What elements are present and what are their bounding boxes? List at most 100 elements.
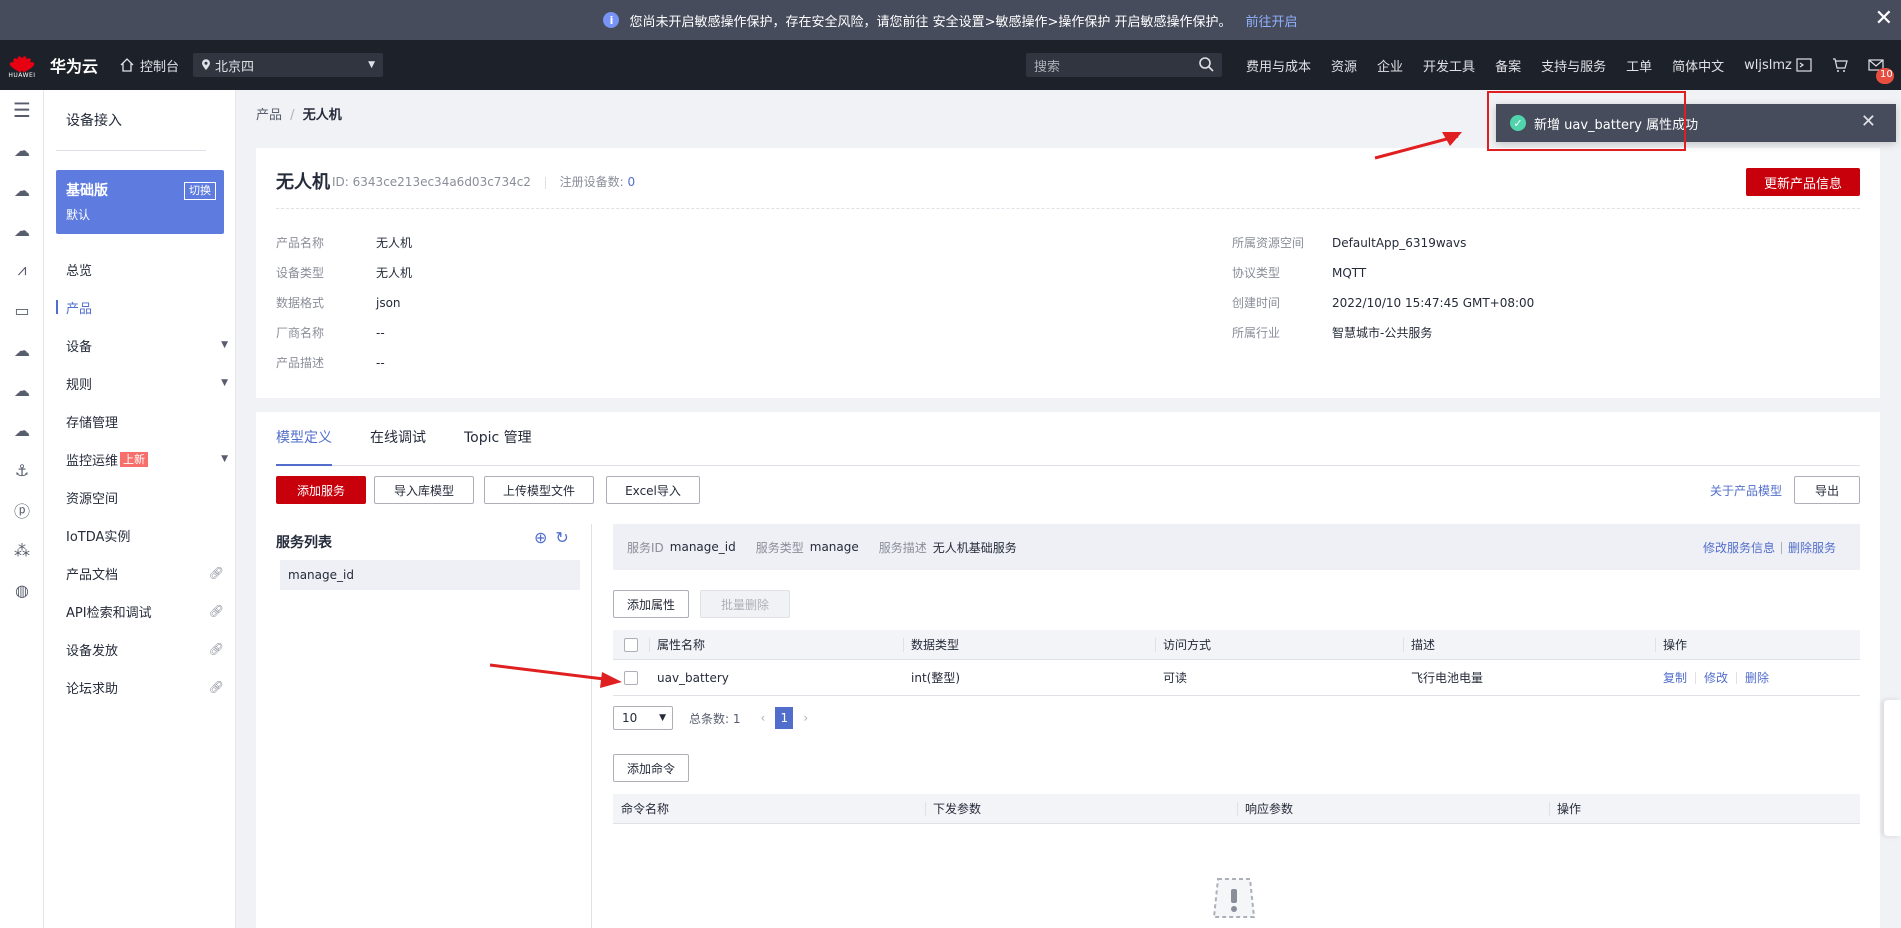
storage-icon[interactable]: ▭ [0,290,44,330]
nav-link-user[interactable]: wljslmz [1744,58,1792,73]
sidebar-item-monitoring[interactable]: 监控运维 上新 ▼ [44,440,236,478]
close-icon[interactable]: ✕ [1875,6,1893,32]
product-meta: ID: 6343ce213ec34a6d03c734c2 注册设备数: 0 [332,173,635,190]
add-command-button[interactable]: 添加命令 [613,754,689,782]
field-industry: 所属行业 智慧城市-公共服务 [1232,324,1432,341]
breadcrumb-parent[interactable]: 产品 [256,108,282,123]
cloud-icon[interactable]: ☁ [0,130,44,170]
next-page-icon[interactable]: › [803,711,808,725]
cart-icon[interactable] [1832,57,1850,73]
tab-online-debug[interactable]: 在线调试 [370,426,426,466]
cluster-icon[interactable]: ⁂ [0,530,44,570]
page-number[interactable]: 1 [775,707,794,729]
edit-service-link[interactable]: 修改服务信息 [1703,541,1775,555]
cloud-upload-icon[interactable]: ☁ [0,370,44,410]
search-input[interactable]: 搜索 [1026,53,1222,77]
cloud-db-icon[interactable]: ☁ [0,210,44,250]
sidebar-item-device-provisioning[interactable]: 设备发放 🔗︎ [44,630,236,668]
circle-p-icon[interactable]: ⓟ [0,490,44,530]
select-all-checkbox[interactable] [624,637,638,652]
field-value: 无人机 [376,266,413,280]
sidebar-item-iotda-instances[interactable]: IoTDA实例 [44,516,236,554]
copy-link[interactable]: 复制 [1663,669,1687,686]
banner-link[interactable]: 前往开启 [1246,11,1298,30]
nav-link-cost[interactable]: 费用与成本 [1246,56,1311,75]
nav-link-enterprise[interactable]: 企业 [1377,56,1403,75]
field-label: 所属行业 [1232,326,1281,340]
cloud-network-icon[interactable]: ☁ [0,330,44,370]
export-button[interactable]: 导出 [1794,476,1860,504]
sidebar-item-rules[interactable]: 规则 ▼ [44,364,236,402]
nav-link-language[interactable]: 简体中文 [1672,56,1724,75]
nav-link-support[interactable]: 支持与服务 [1541,56,1606,75]
cloud-server-icon[interactable]: ☁ [0,170,44,210]
nav-link-devtools[interactable]: 开发工具 [1423,56,1475,75]
nav-link-resources[interactable]: 资源 [1331,56,1357,75]
add-service-button[interactable]: 添加服务 [276,476,366,504]
cloud-sync-icon[interactable]: ☁ [0,410,44,450]
tab-topic-management[interactable]: Topic 管理 [464,426,532,466]
floating-help-bar[interactable] [1884,700,1901,836]
tab-model-definition[interactable]: 模型定义 [276,426,332,466]
sidebar-item-api-explorer[interactable]: API检索和调试 🔗︎ [44,592,236,630]
prev-page-icon[interactable]: ‹ [761,711,766,725]
menu-icon[interactable]: ☰ [0,90,44,130]
anchor-icon[interactable]: ⚓ [0,450,44,490]
service-info-bar: 服务ID manage_id 服务类型 manage 服务描述 无人机基础服务 … [613,524,1860,570]
search-icon[interactable] [1198,56,1214,72]
edition-card: 基础版 默认 切换 [56,170,224,234]
bridge-icon[interactable]: ⩘ [0,250,44,290]
region-select[interactable]: 北京四 ▼ [193,53,384,77]
excel-import-button[interactable]: Excel导入 [606,476,700,504]
home-icon [120,58,134,72]
sidebar-item-forum[interactable]: 论坛求助 🔗︎ [44,668,236,706]
add-property-button[interactable]: 添加属性 [613,590,689,618]
sidebar-menu: 总览 产品 设备 ▼ 规则 ▼ 存储管理 监控运维 上新 ▼ 资源空间 IoTDA实例 … [44,250,236,706]
globe-icon[interactable]: ◍ [0,570,44,610]
sidebar-item-storage[interactable]: 存储管理 [44,402,236,440]
edition-switch-button[interactable]: 切换 [184,182,216,200]
refresh-icon[interactable]: ↻ [555,528,568,547]
delete-link[interactable]: 删除 [1745,669,1769,686]
product-id: 6343ce213ec34a6d03c734c2 [352,175,531,189]
chevron-down-icon: ▼ [221,454,228,464]
terminal-icon[interactable] [1796,57,1814,73]
field-resource-space: 所属资源空间 DefaultApp_6319wavs [1232,234,1466,251]
close-icon[interactable]: ✕ [1861,112,1876,132]
sidebar-item-products[interactable]: 产品 [44,288,236,326]
add-circle-icon[interactable]: ⊕ [534,528,547,547]
device-count[interactable]: 0 [627,175,635,189]
divider [591,524,592,928]
mail-icon[interactable]: 10 [1868,57,1894,84]
column-header: 操作 [1549,794,1860,823]
console-link[interactable]: 控制台 [120,56,179,75]
service-desc-label: 服务描述 [878,540,927,555]
brand-name[interactable]: 华为云 [50,53,98,77]
sidebar-item-resource-space[interactable]: 资源空间 [44,478,236,516]
page-title: 无人机 [276,172,330,193]
row-checkbox[interactable] [624,670,638,685]
about-product-model-link[interactable]: 关于产品模型 [1710,482,1782,499]
column-header: 属性名称 [649,630,903,659]
edit-link[interactable]: 修改 [1704,669,1728,686]
sidebar-item-product-docs[interactable]: 产品文档 🔗︎ [44,554,236,592]
upload-model-file-button[interactable]: 上传模型文件 [484,476,594,504]
delete-service-link[interactable]: 删除服务 [1788,541,1836,555]
nav-link-filing[interactable]: 备案 [1495,56,1521,75]
field-value: DefaultApp_6319wavs [1332,236,1467,250]
update-product-button[interactable]: 更新产品信息 [1746,168,1860,196]
sidebar-item-overview[interactable]: 总览 [44,250,236,288]
sidebar-item-label: 设备 [66,339,93,355]
nav-link-tickets[interactable]: 工单 [1626,56,1652,75]
service-rail: ☰ ☁ ☁ ☁ ⩘ ▭ ☁ ☁ ☁ ⚓ ⓟ ⁂ ◍ [0,90,44,928]
service-list-item[interactable]: manage_id [280,560,580,590]
sidebar-item-devices[interactable]: 设备 ▼ [44,326,236,364]
field-label: 协议类型 [1232,266,1281,280]
huawei-logo[interactable]: HUAWEI [0,40,44,90]
security-banner: i 您尚未开启敏感操作保护，存在安全风险，请您前往 安全设置>敏感操作>操作保护… [0,0,1901,40]
product-id-label: ID: [332,175,349,189]
total-count: 总条数: 1 [689,711,741,726]
import-library-model-button[interactable]: 导入库模型 [374,476,474,504]
service-list-actions: ⊕ ↻ [534,528,569,547]
page-size-select[interactable]: 10 ▼ [613,706,673,730]
